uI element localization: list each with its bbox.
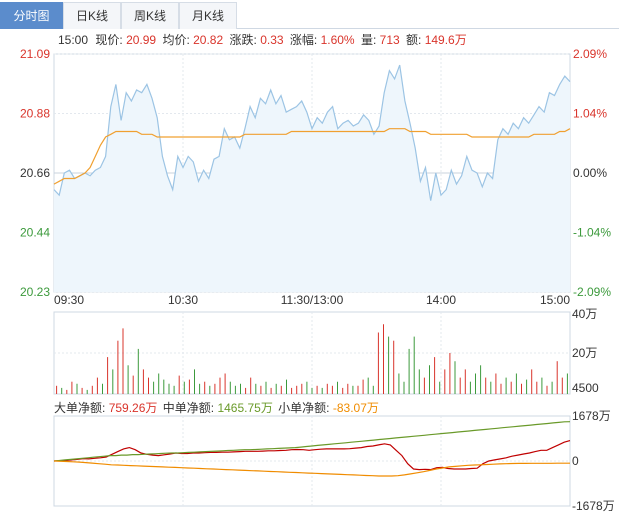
small-flow-label: 小单净额: — [278, 401, 329, 415]
small-flow-value: -83.07万 — [333, 401, 379, 415]
price-axis-tick-right: 1.04% — [573, 107, 607, 121]
price-axis-tick-right: 2.09% — [573, 47, 607, 61]
tab-daily-k[interactable]: 日K线 — [63, 2, 121, 29]
volume-axis-tick: 20万 — [572, 346, 597, 360]
vol-label: 量: — [361, 33, 376, 47]
intraday-chart-panel: 15:00 现价: 20.99 均价: 20.82 涨跌: 0.33 涨幅: 1… — [0, 30, 619, 514]
price-panel: 21.09 20.88 20.66 20.44 20.23 2.09% 1.04% 0.00%… — [20, 47, 611, 307]
price-axis-tick-left: 20.88 — [20, 107, 50, 121]
price-axis-tick-left: 20.44 — [20, 226, 50, 240]
chart-tab-bar: 分时图 日K线 周K线 月K线 — [0, 0, 619, 29]
flow-axis-tick: 1678万 — [572, 409, 611, 423]
change-value: 0.33 — [260, 33, 284, 47]
price-axis-tick-right: -1.04% — [573, 226, 611, 240]
intraday-chart[interactable]: 15:00 现价: 20.99 均价: 20.82 涨跌: 0.33 涨幅: 1… — [0, 30, 619, 514]
amount-value: 149.6万 — [425, 33, 467, 47]
tab-weekly-k[interactable]: 周K线 — [121, 2, 179, 29]
price-label: 现价: — [95, 33, 122, 47]
price-axis-tick-right: 0.00% — [573, 166, 607, 180]
tab-monthly-k[interactable]: 月K线 — [179, 2, 237, 29]
medium-flow-label: 中单净额: — [163, 400, 214, 415]
volume-axis-tick: 40万 — [572, 307, 597, 321]
price-axis-tick-right: -2.09% — [573, 285, 611, 299]
time-axis-tick: 14:00 — [426, 293, 456, 307]
medium-flow-value: 1465.75万 — [217, 401, 272, 415]
quote-header: 15:00 现价: 20.99 均价: 20.82 涨跌: 0.33 涨幅: 1… — [58, 32, 467, 47]
time-axis-tick: 15:00 — [540, 293, 570, 307]
flow-axis-tick: -1678万 — [572, 499, 615, 513]
price-axis-tick-left: 20.66 — [20, 166, 50, 180]
price-axis-tick-left: 21.09 — [20, 47, 50, 61]
change-label: 涨跌: — [230, 32, 257, 47]
tab-intraday[interactable]: 分时图 — [0, 2, 63, 29]
avg-label: 均价: — [162, 33, 189, 47]
large-flow-label: 大单净额: — [54, 401, 105, 415]
flow-legend: 大单净额: 759.26万 中单净额: 1465.75万 小单净额: -83.0… — [54, 400, 379, 415]
time-axis-tick: 10:30 — [168, 293, 198, 307]
time-axis-tick: 09:30 — [54, 293, 84, 307]
avg-value: 20.82 — [193, 33, 223, 47]
flow-axis-tick: 0 — [572, 454, 579, 468]
price-value: 20.99 — [126, 33, 156, 47]
pct-value: 1.60% — [321, 33, 355, 47]
volume-panel: 40万 20万 4500 — [53, 307, 599, 395]
volume-axis-tick: 4500 — [572, 381, 599, 395]
large-flow-value: 759.26万 — [109, 401, 158, 415]
time-axis-tick: 11:30/13:00 — [281, 293, 344, 307]
pct-label: 涨幅: — [290, 32, 317, 47]
quote-time: 15:00 — [58, 33, 88, 47]
price-axis-tick-left: 20.23 — [20, 285, 50, 299]
amount-label: 额: — [406, 33, 421, 47]
vol-value: 713 — [380, 33, 400, 47]
flow-panel: 1678万 0 -1678万 — [53, 409, 615, 513]
